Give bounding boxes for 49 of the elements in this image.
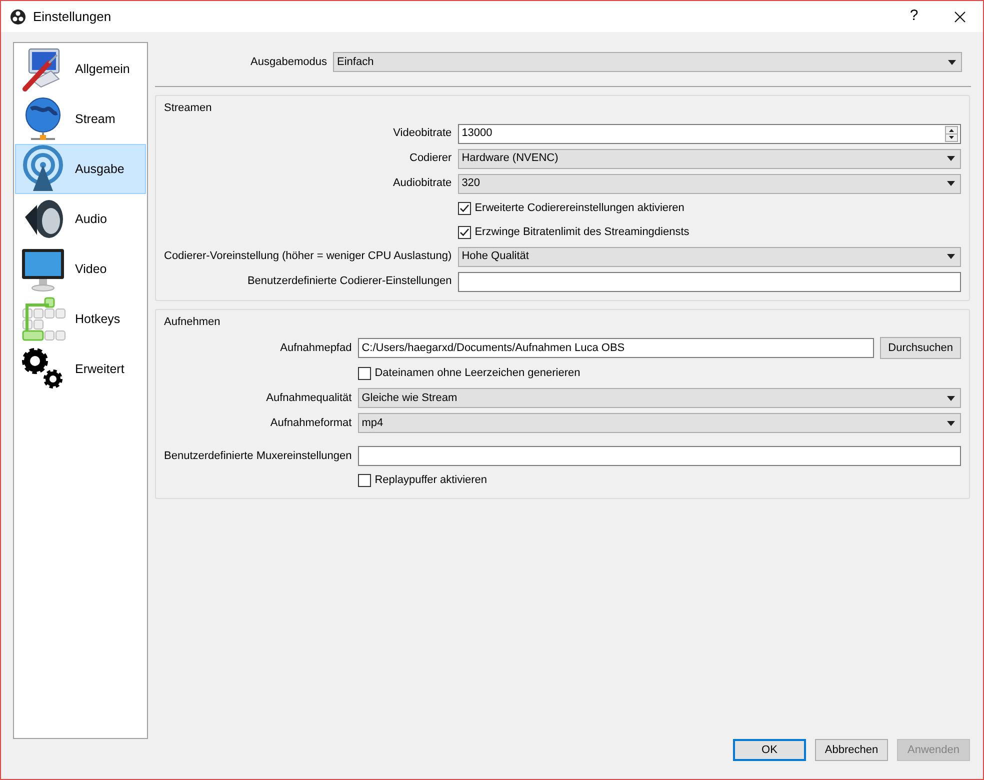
group-title: Streamen (164, 101, 213, 116)
spinner-icon[interactable] (945, 126, 958, 142)
field-label: Ausgabemodus (250, 54, 328, 70)
field-label: Benutzerdefinierte Muxereinstellungen (164, 448, 352, 464)
dropdown[interactable]: Gleiche wie Stream (358, 388, 961, 408)
field-label: Codierer (408, 151, 452, 166)
dropdown[interactable]: mp4 (358, 413, 961, 433)
sidebar-item[interactable]: Audio (15, 194, 146, 244)
sidebar-item[interactable]: Hotkeys (15, 294, 146, 344)
sidebar-item[interactable]: Erweitert (15, 344, 146, 394)
dropdown[interactable]: Hardware (NVENC) (458, 148, 961, 168)
field-label: Aufnahmequalität (265, 390, 352, 406)
output-mode-dropdown[interactable]: Einfach (333, 52, 962, 72)
help-button[interactable]: ? (891, 1, 937, 32)
checkbox[interactable]: Erweiterte Codierereinstellungen aktivieren (458, 198, 961, 218)
close-icon (954, 10, 966, 22)
dropdown-arrow-icon (947, 420, 955, 426)
dropdown-arrow-icon (948, 60, 956, 64)
field-label: Benutzerdefinierte Codierer-Einstellungen (246, 274, 452, 290)
field-label: Videobitrate (392, 126, 452, 142)
dialog-button[interactable]: OK (733, 739, 806, 761)
input-field[interactable] (458, 272, 961, 292)
window-title: Einstellungen (33, 8, 112, 26)
sidebar-item[interactable]: Stream (15, 94, 146, 144)
dropdown[interactable]: Hohe Qualität (458, 246, 961, 266)
checkmark-icon (458, 202, 470, 214)
field-label: Audiobitrate (392, 176, 452, 192)
field-label: Aufnahmeformat (269, 416, 352, 431)
number-field[interactable]: 13000 (458, 124, 961, 144)
checkbox[interactable]: Dateinamen ohne Leerzeichen generieren (358, 364, 961, 383)
group-title: Aufnehmen (164, 314, 222, 330)
checkbox[interactable]: Replaypuffer aktivieren (358, 471, 961, 490)
dropdown[interactable]: 320 (458, 174, 961, 194)
dropdown-arrow-icon (947, 156, 955, 161)
input-field[interactable]: C:/Users/haegarxd/Documents/Aufnahmen Luca OBS (358, 338, 874, 358)
sidebar-item[interactable]: Video (15, 244, 146, 294)
input-field[interactable] (358, 446, 961, 466)
checkbox[interactable]: Erzwinge Bitratenlimit des Streamingdiensts (458, 222, 961, 242)
checkmark-icon (458, 226, 470, 238)
dropdown-arrow-icon (947, 254, 955, 259)
dropdown-arrow-icon (947, 181, 955, 186)
dropdown-arrow-icon (947, 396, 955, 400)
field-label: Codierer-Voreinstellung (höher = weniger CPU Auslastung) (164, 249, 452, 264)
dialog-button[interactable]: Abbrechen (815, 739, 888, 761)
sidebar-item[interactable]: Ausgabe (15, 144, 146, 194)
app-logo-icon (10, 8, 26, 24)
browse-button[interactable]: Durchsuchen (880, 337, 961, 359)
sidebar-item[interactable]: Allgemein (15, 44, 146, 94)
field-label: Aufnahmepfad (279, 340, 352, 356)
